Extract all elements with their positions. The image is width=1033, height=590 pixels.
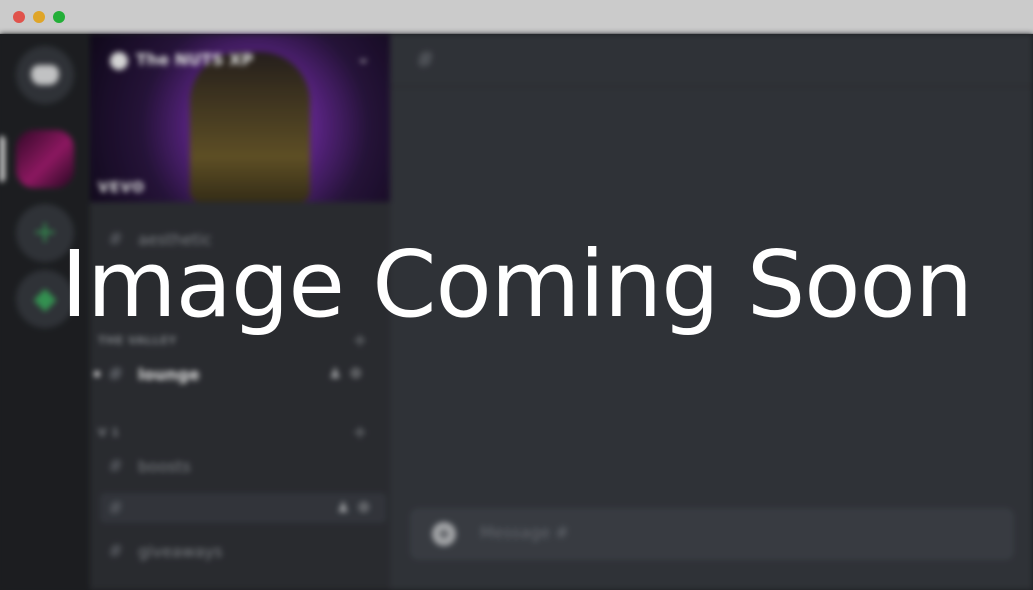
image-coming-soon-text: Image Coming Soon [60,231,973,338]
